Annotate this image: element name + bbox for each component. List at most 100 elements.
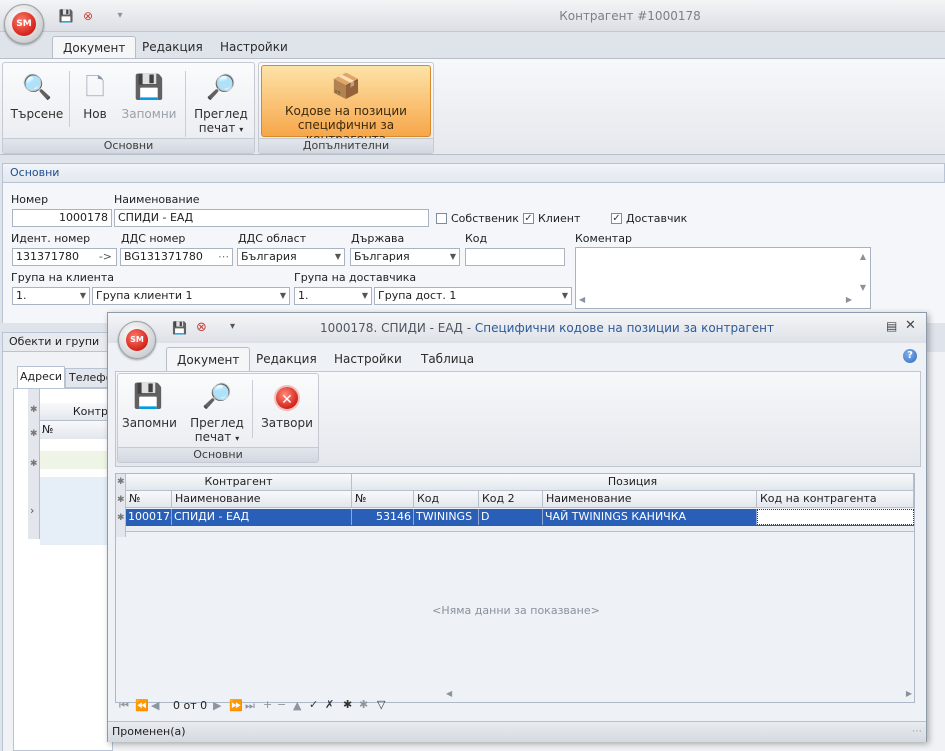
supplier-checkbox[interactable]: ✓ (611, 213, 622, 224)
scroll-left-icon[interactable]: ◀ (579, 292, 585, 308)
delete-icon[interactable]: − (277, 698, 286, 711)
tab-phones[interactable]: Телефо (65, 368, 112, 388)
supplier-group-name-combo[interactable]: Група дост. 1 ▼ (374, 287, 572, 305)
filter-icon[interactable]: ▽ (377, 698, 385, 711)
dialog-ribbon: 💾 Запомни 🔎 Преглед печат ▾ ✕ Затвори Ос… (115, 371, 921, 467)
column-header-contractor-no[interactable]: № (126, 491, 172, 508)
asterisk-icon: ✱ (117, 513, 125, 523)
first-record-icon[interactable]: ⏮ (119, 699, 129, 713)
dialog-tab-document[interactable]: Документ (166, 347, 251, 371)
tab-objects-groups[interactable]: Обекти и групи обе (2, 332, 122, 366)
ellipsis-icon[interactable]: ⋯ (218, 249, 229, 265)
empty-grid-message: <Няма данни за показване> (432, 604, 600, 617)
cell-position-no[interactable]: 53146 (352, 509, 414, 525)
cell-code2[interactable]: D (479, 509, 543, 525)
column-header-position-no[interactable]: № (352, 491, 414, 508)
band-header-position[interactable]: Позиция (352, 474, 914, 491)
column-header-no[interactable]: № (28, 421, 114, 439)
help-icon[interactable]: ? (903, 349, 917, 363)
print-preview-button[interactable]: 🔎 Преглед печат ▾ (191, 71, 251, 135)
column-header-position-name[interactable]: Наименование (543, 491, 757, 508)
last-record-icon[interactable]: ⏭ (245, 699, 255, 713)
horizontal-scrollbar[interactable]: ◀ ▶ (444, 688, 914, 702)
section-header-main[interactable]: Основни (2, 163, 945, 183)
scroll-right-icon[interactable]: ▶ (906, 689, 912, 698)
comment-textarea[interactable]: ▲ ▼ ◀ ▶ (575, 247, 871, 309)
print-preview-icon: 🔎 (202, 382, 232, 410)
tab-addresses[interactable]: Адреси (17, 366, 65, 388)
append-icon[interactable]: + (263, 698, 272, 711)
dialog-save-button[interactable]: 💾 Запомни (122, 380, 177, 430)
next-page-icon[interactable]: ⏩ (229, 699, 243, 712)
refresh-icon[interactable]: ✱ (343, 698, 352, 711)
new-button[interactable]: 🗋 Нов (75, 71, 115, 121)
app-logo: SM (126, 329, 148, 351)
vat-area-combo[interactable]: България ▼ (237, 248, 345, 266)
search-button[interactable]: 🔍 Търсене (9, 71, 65, 121)
scroll-left-icon[interactable]: ◀ (446, 689, 452, 698)
save-button[interactable]: 💾 Запомни (119, 71, 179, 121)
cancel-icon[interactable]: ✗ (325, 698, 334, 711)
country-combo[interactable]: България ▼ (350, 248, 460, 266)
status-bar: Променен(а) ⋯ (108, 721, 926, 742)
dialog-tab-table[interactable]: Таблица (411, 347, 484, 371)
specific-codes-button[interactable]: 📦 Кодове на позиции специфични за контра… (261, 65, 431, 146)
cell-contractor-no[interactable]: 1000178 (126, 509, 172, 525)
restore-icon[interactable]: ▤ (886, 319, 897, 333)
column-header-contractor-code[interactable]: Код на контрагента (757, 491, 914, 508)
column-header-code2[interactable]: Код 2 (479, 491, 543, 508)
next-record-icon[interactable]: ▶ (213, 699, 221, 712)
tab-edit[interactable]: Редакция (132, 36, 213, 58)
close-doc-icon[interactable]: ⊗ (196, 320, 207, 335)
ident-arrow-button[interactable]: -> (99, 249, 112, 265)
code-field[interactable] (465, 248, 565, 266)
table-row[interactable]: 1000178 СПИДИ - ЕАД 53146 TWININGS D ЧАЙ… (126, 509, 914, 526)
supplier-group-num-combo[interactable]: 1. ▼ (294, 287, 372, 305)
scroll-right-icon[interactable]: ▶ (846, 292, 852, 308)
name-field[interactable]: СПИДИ - ЕАД (114, 209, 429, 227)
band-header-contractor[interactable]: Контрагент (126, 474, 352, 491)
asterisk-icon: ✱ (30, 429, 38, 439)
scroll-up-icon[interactable]: ▲ (860, 249, 866, 265)
scroll-down-icon[interactable]: ▼ (860, 280, 866, 296)
selected-row[interactable] (40, 477, 114, 545)
cell-contractor-name[interactable]: СПИДИ - ЕАД (172, 509, 352, 525)
ident-field[interactable]: 131371780 -> (12, 248, 117, 266)
save-icon[interactable]: 💾 (58, 8, 74, 24)
prev-record-icon[interactable]: ◀ (151, 699, 159, 712)
app-menu-button[interactable]: SM (4, 4, 44, 44)
vat-field[interactable]: BG131371780 ⋯ (120, 248, 233, 266)
qat-dropdown-icon[interactable]: ▾ (112, 8, 128, 24)
column-header-code[interactable]: Код (414, 491, 479, 508)
dialog-print-preview-button[interactable]: 🔎 Преглед печат ▾ (186, 380, 248, 444)
client-group-num-combo[interactable]: 1. ▼ (12, 287, 90, 305)
resize-grip-icon[interactable]: ⋯ (912, 722, 922, 742)
tab-document[interactable]: Документ (52, 36, 137, 58)
cell-position-name[interactable]: ЧАЙ TWININGS КАНИЧКА (543, 509, 757, 525)
qat-dropdown-icon[interactable]: ▾ (230, 321, 235, 332)
cell-code[interactable]: TWININGS (414, 509, 479, 525)
new-row[interactable] (126, 526, 914, 532)
owner-checkbox[interactable] (436, 213, 447, 224)
prev-page-icon[interactable]: ⏪ (135, 699, 149, 712)
print-preview-icon: 🔎 (206, 73, 236, 101)
dialog-tab-edit[interactable]: Редакция (246, 347, 327, 371)
dialog-close-button[interactable]: ✕ Затвори (258, 380, 316, 430)
tab-settings[interactable]: Настройки (210, 36, 298, 58)
column-header-contractor-name[interactable]: Наименование (172, 491, 352, 508)
post-icon[interactable]: ✓ (309, 698, 318, 711)
close-icon[interactable]: ✕ (905, 318, 916, 333)
chevron-down-icon: ▼ (561, 291, 568, 300)
number-field[interactable]: 1000178 (12, 209, 112, 227)
edit-icon[interactable]: ▲ (293, 699, 301, 712)
column-header-contr[interactable]: Контр (28, 403, 114, 421)
new-row[interactable] (40, 451, 114, 469)
dialog-app-menu-button[interactable]: SM (118, 321, 156, 359)
bookmark-icon[interactable]: ✱ (359, 698, 368, 711)
client-checkbox[interactable]: ✓ (523, 213, 534, 224)
close-doc-icon[interactable]: ⊗ (80, 8, 96, 24)
client-group-name-combo[interactable]: Група клиенти 1 ▼ (92, 287, 290, 305)
dialog-tab-settings[interactable]: Настройки (324, 347, 412, 371)
cell-contractor-code-editor[interactable] (757, 509, 914, 525)
save-icon[interactable]: 💾 (172, 321, 187, 335)
